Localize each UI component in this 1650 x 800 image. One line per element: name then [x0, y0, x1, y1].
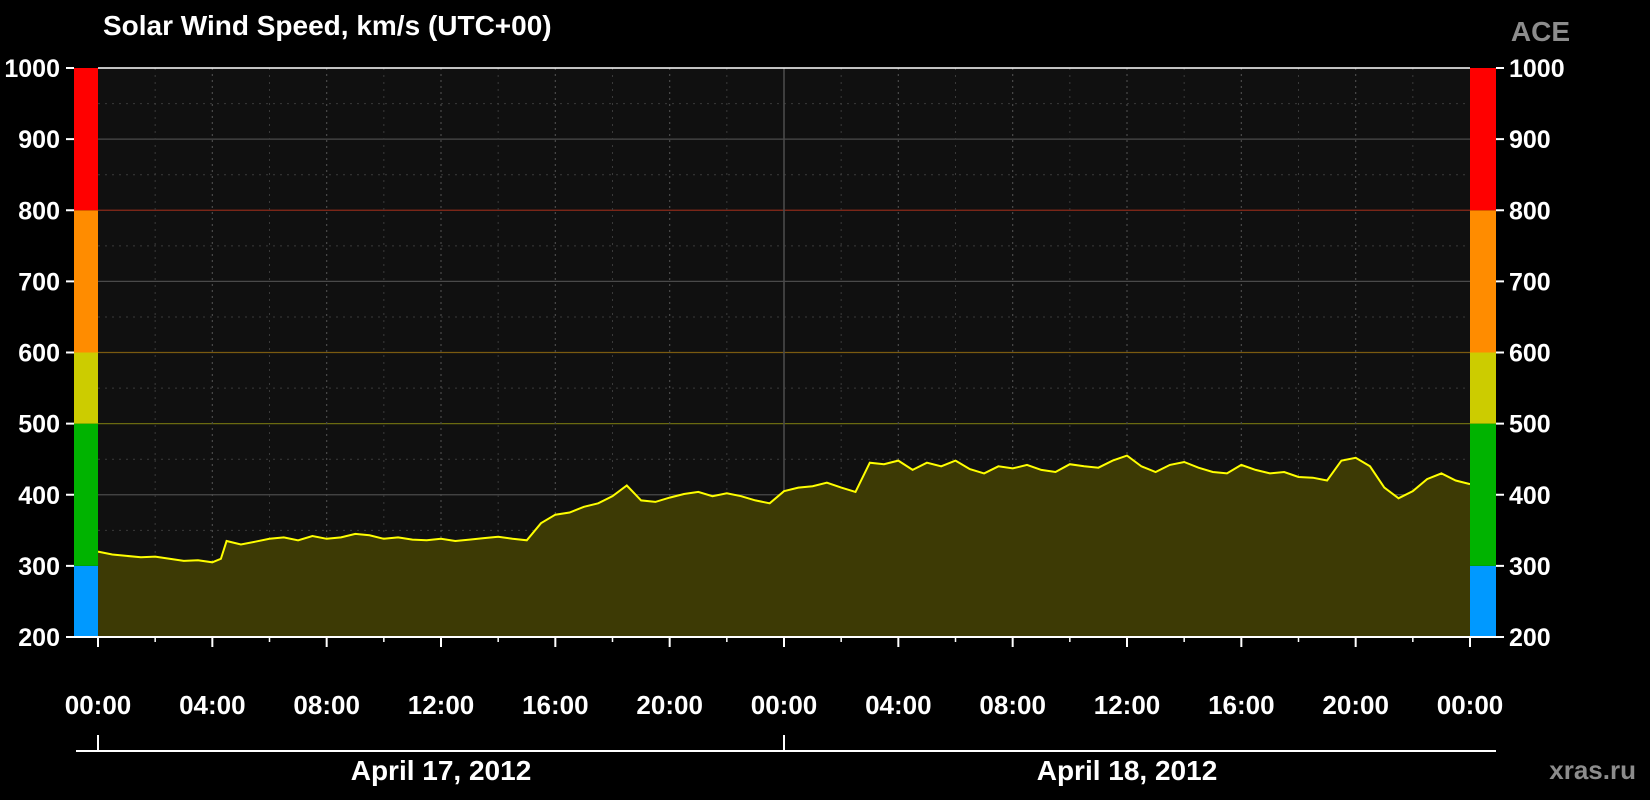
color-scale-segment [74, 565, 98, 637]
x-tick-label: 04:00 [865, 690, 932, 720]
x-tick-label: 20:00 [1322, 690, 1389, 720]
color-scale-segment [74, 352, 98, 424]
color-scale-segment [74, 423, 98, 566]
color-scale-segment [74, 68, 98, 211]
y-tick-label: 900 [18, 126, 60, 154]
x-tick-label: 12:00 [408, 690, 475, 720]
color-scale-segment [1470, 68, 1496, 211]
y-tick-label-right: 300 [1509, 553, 1551, 581]
color-scale-segment [1470, 352, 1496, 424]
y-tick-label: 500 [18, 411, 60, 439]
x-tick-label: 00:00 [65, 690, 132, 720]
y-tick-label-right: 600 [1509, 340, 1551, 368]
color-scale-segment [1470, 565, 1496, 637]
solar-wind-chart: 200 200 300 300 400 400 500 500 600 600 700 700 800 8… [4, 55, 1565, 786]
color-scale-segment [1470, 423, 1496, 566]
y-tick-label-right: 800 [1509, 197, 1551, 225]
y-tick-label: 400 [18, 482, 60, 510]
x-tick-label: 16:00 [522, 690, 589, 720]
y-tick-label-right: 1000 [1509, 55, 1565, 83]
color-scale-segment [1470, 210, 1496, 353]
date-label: April 17, 2012 [351, 755, 532, 786]
y-tick-label: 300 [18, 553, 60, 581]
x-tick-label: 16:00 [1208, 690, 1275, 720]
x-tick-label: 08:00 [979, 690, 1046, 720]
date-label: April 18, 2012 [1037, 755, 1218, 786]
y-tick-label: 200 [18, 624, 60, 652]
x-tick-label: 20:00 [636, 690, 703, 720]
y-tick-label: 1000 [4, 55, 60, 83]
y-tick-label-right: 200 [1509, 624, 1551, 652]
x-tick-label: 08:00 [293, 690, 360, 720]
x-tick-label: 12:00 [1094, 690, 1161, 720]
x-tick-label: 00:00 [751, 690, 818, 720]
y-tick-label-right: 900 [1509, 126, 1551, 154]
plot-area [97, 67, 1471, 637]
y-tick-label: 800 [18, 197, 60, 225]
y-tick-label-right: 500 [1509, 411, 1551, 439]
x-tick-label: 04:00 [179, 690, 246, 720]
y-tick-label-right: 700 [1509, 268, 1551, 296]
y-tick-label-right: 400 [1509, 482, 1551, 510]
x-tick-label: 00:00 [1437, 690, 1504, 720]
y-tick-label: 600 [18, 340, 60, 368]
color-scale-segment [74, 210, 98, 353]
y-tick-label: 700 [18, 268, 60, 296]
